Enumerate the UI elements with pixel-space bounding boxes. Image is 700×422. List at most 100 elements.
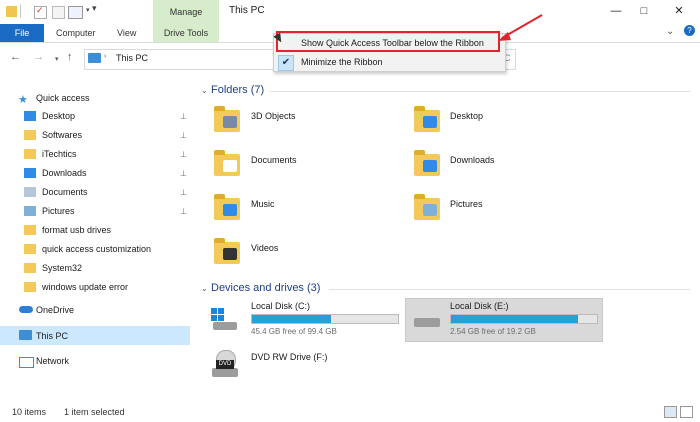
folder-icon [24, 244, 36, 254]
pin-icon[interactable]: ⊥ [180, 202, 187, 221]
view-options-icon[interactable] [68, 6, 83, 19]
sidebar-item-label: format usb drives [42, 225, 112, 235]
pin-icon[interactable]: ⊥ [180, 107, 187, 126]
tab-view[interactable]: View [117, 24, 136, 42]
window-title: This PC [229, 5, 265, 16]
windows-drive-icon [211, 308, 237, 330]
large-icons-view-icon[interactable] [680, 406, 693, 418]
sidebar-item-label: Pictures [42, 206, 75, 216]
folder-icon [214, 106, 240, 132]
breadcrumb-chevron-icon[interactable]: › [104, 53, 106, 60]
forward-arrow-icon[interactable]: → [33, 51, 44, 63]
pin-icon[interactable]: ⊥ [180, 126, 187, 145]
status-item-count: 10 items [12, 407, 47, 417]
folder-icon [214, 238, 240, 264]
tab-file[interactable]: File [0, 24, 44, 42]
up-arrow-icon[interactable]: ↑ [67, 51, 73, 63]
sidebar-item[interactable]: Documents ⊥ [0, 183, 190, 202]
folder-icon [414, 106, 440, 132]
folders-header[interactable]: Folders (7) [211, 84, 264, 96]
sidebar-item-label: Desktop [42, 111, 76, 121]
minimize-button[interactable]: — [606, 3, 626, 19]
sidebar-quick-access[interactable]: Quick access [36, 93, 90, 103]
folder-icon [414, 150, 440, 176]
title-bar [0, 0, 700, 24]
drive-free-space: 45.4 GB free of 99.4 GB [251, 327, 337, 336]
drive-usage-bar [251, 314, 399, 324]
section-divider [329, 289, 690, 290]
folder-label: Videos [251, 243, 279, 253]
drive-usage-fill [252, 315, 331, 323]
tab-drive-tools[interactable]: Drive Tools [153, 24, 219, 42]
this-pc-icon [19, 330, 32, 340]
pin-icon[interactable]: ⊥ [180, 164, 187, 183]
onedrive-icon [19, 306, 33, 313]
drive-label: DVD RW Drive (F:) [251, 352, 328, 362]
sidebar-item[interactable]: Pictures ⊥ [0, 202, 190, 221]
sidebar-item-label: Downloads [42, 168, 87, 178]
folder-icon [214, 150, 240, 176]
sidebar-item[interactable]: Downloads ⊥ [0, 164, 190, 183]
folder-label: Pictures [450, 199, 483, 209]
sidebar-item[interactable]: windows update error [0, 278, 190, 297]
recent-locations-icon[interactable]: ▾ [55, 55, 59, 63]
folder-icon [24, 263, 36, 273]
sidebar-this-pc-label: This PC [36, 331, 69, 341]
sidebar-item-label: System32 [42, 263, 83, 273]
star-icon: ★ [18, 94, 28, 106]
sidebar-item-label: windows update error [42, 282, 129, 292]
close-button[interactable]: ✕ [669, 3, 689, 19]
folder-label: 3D Objects [251, 111, 296, 121]
folder-label: Documents [251, 155, 297, 165]
sidebar-item[interactable]: format usb drives [0, 221, 190, 240]
sidebar-item[interactable]: quick access customization [0, 240, 190, 259]
chevron-down-icon[interactable]: ▾ [86, 6, 90, 14]
folder-icon [6, 6, 17, 17]
folder-icon [24, 149, 36, 159]
network-icon [19, 357, 34, 368]
customize-toolbar-icon[interactable]: ▾ [92, 3, 97, 14]
properties-icon[interactable]: ✓ [34, 5, 47, 19]
hard-drive-icon [414, 318, 440, 327]
sidebar-onedrive[interactable]: OneDrive [36, 305, 74, 315]
back-arrow-icon[interactable]: ← [10, 51, 21, 63]
manage-tab[interactable]: Manage [153, 0, 219, 24]
download-icon [24, 168, 36, 178]
drives-header[interactable]: Devices and drives (3) [211, 282, 320, 294]
folder-label: Downloads [450, 155, 495, 165]
section-divider [270, 91, 690, 92]
sidebar-item[interactable]: iTechtics ⊥ [0, 145, 190, 164]
menu-item-label: Minimize the Ribbon [301, 57, 383, 67]
menu-item-minimize-ribbon[interactable]: ✔ Minimize the Ribbon [274, 53, 505, 71]
pictures-icon [24, 206, 36, 216]
collapse-drives-icon[interactable]: ⌄ [201, 284, 208, 293]
new-folder-icon[interactable] [52, 6, 65, 19]
details-view-icon[interactable] [664, 406, 677, 418]
desktop-icon [24, 111, 36, 121]
tab-computer[interactable]: Computer [56, 24, 96, 42]
sidebar-item-label: quick access customization [42, 244, 152, 254]
folder-icon [24, 282, 36, 292]
dvd-drive-icon: DVD [212, 350, 240, 378]
sidebar-item[interactable]: Desktop ⊥ [0, 107, 190, 126]
annotation-arrow-icon [498, 14, 543, 41]
maximize-button[interactable]: □ [634, 3, 654, 19]
separator [20, 4, 21, 18]
drive-label: Local Disk (E:) [450, 301, 509, 311]
folder-icon [214, 194, 240, 220]
documents-icon [24, 187, 36, 197]
pin-icon[interactable]: ⊥ [180, 183, 187, 202]
checkmark-icon: ✔ [278, 55, 294, 71]
folder-label: Desktop [450, 111, 484, 121]
ribbon-expand-icon[interactable]: ⌄ [666, 26, 674, 37]
sidebar-item[interactable]: System32 [0, 259, 190, 278]
sidebar-network[interactable]: Network [36, 356, 69, 366]
help-icon[interactable]: ? [684, 25, 695, 36]
sidebar-item-label: Softwares [42, 130, 83, 140]
address-path[interactable]: This PC [116, 53, 148, 63]
pin-icon[interactable]: ⊥ [180, 145, 187, 164]
collapse-folders-icon[interactable]: ⌄ [201, 86, 208, 95]
sidebar-item[interactable]: Softwares ⊥ [0, 126, 190, 145]
sidebar-item-label: iTechtics [42, 149, 77, 159]
drive-label: Local Disk (C:) [251, 301, 311, 311]
